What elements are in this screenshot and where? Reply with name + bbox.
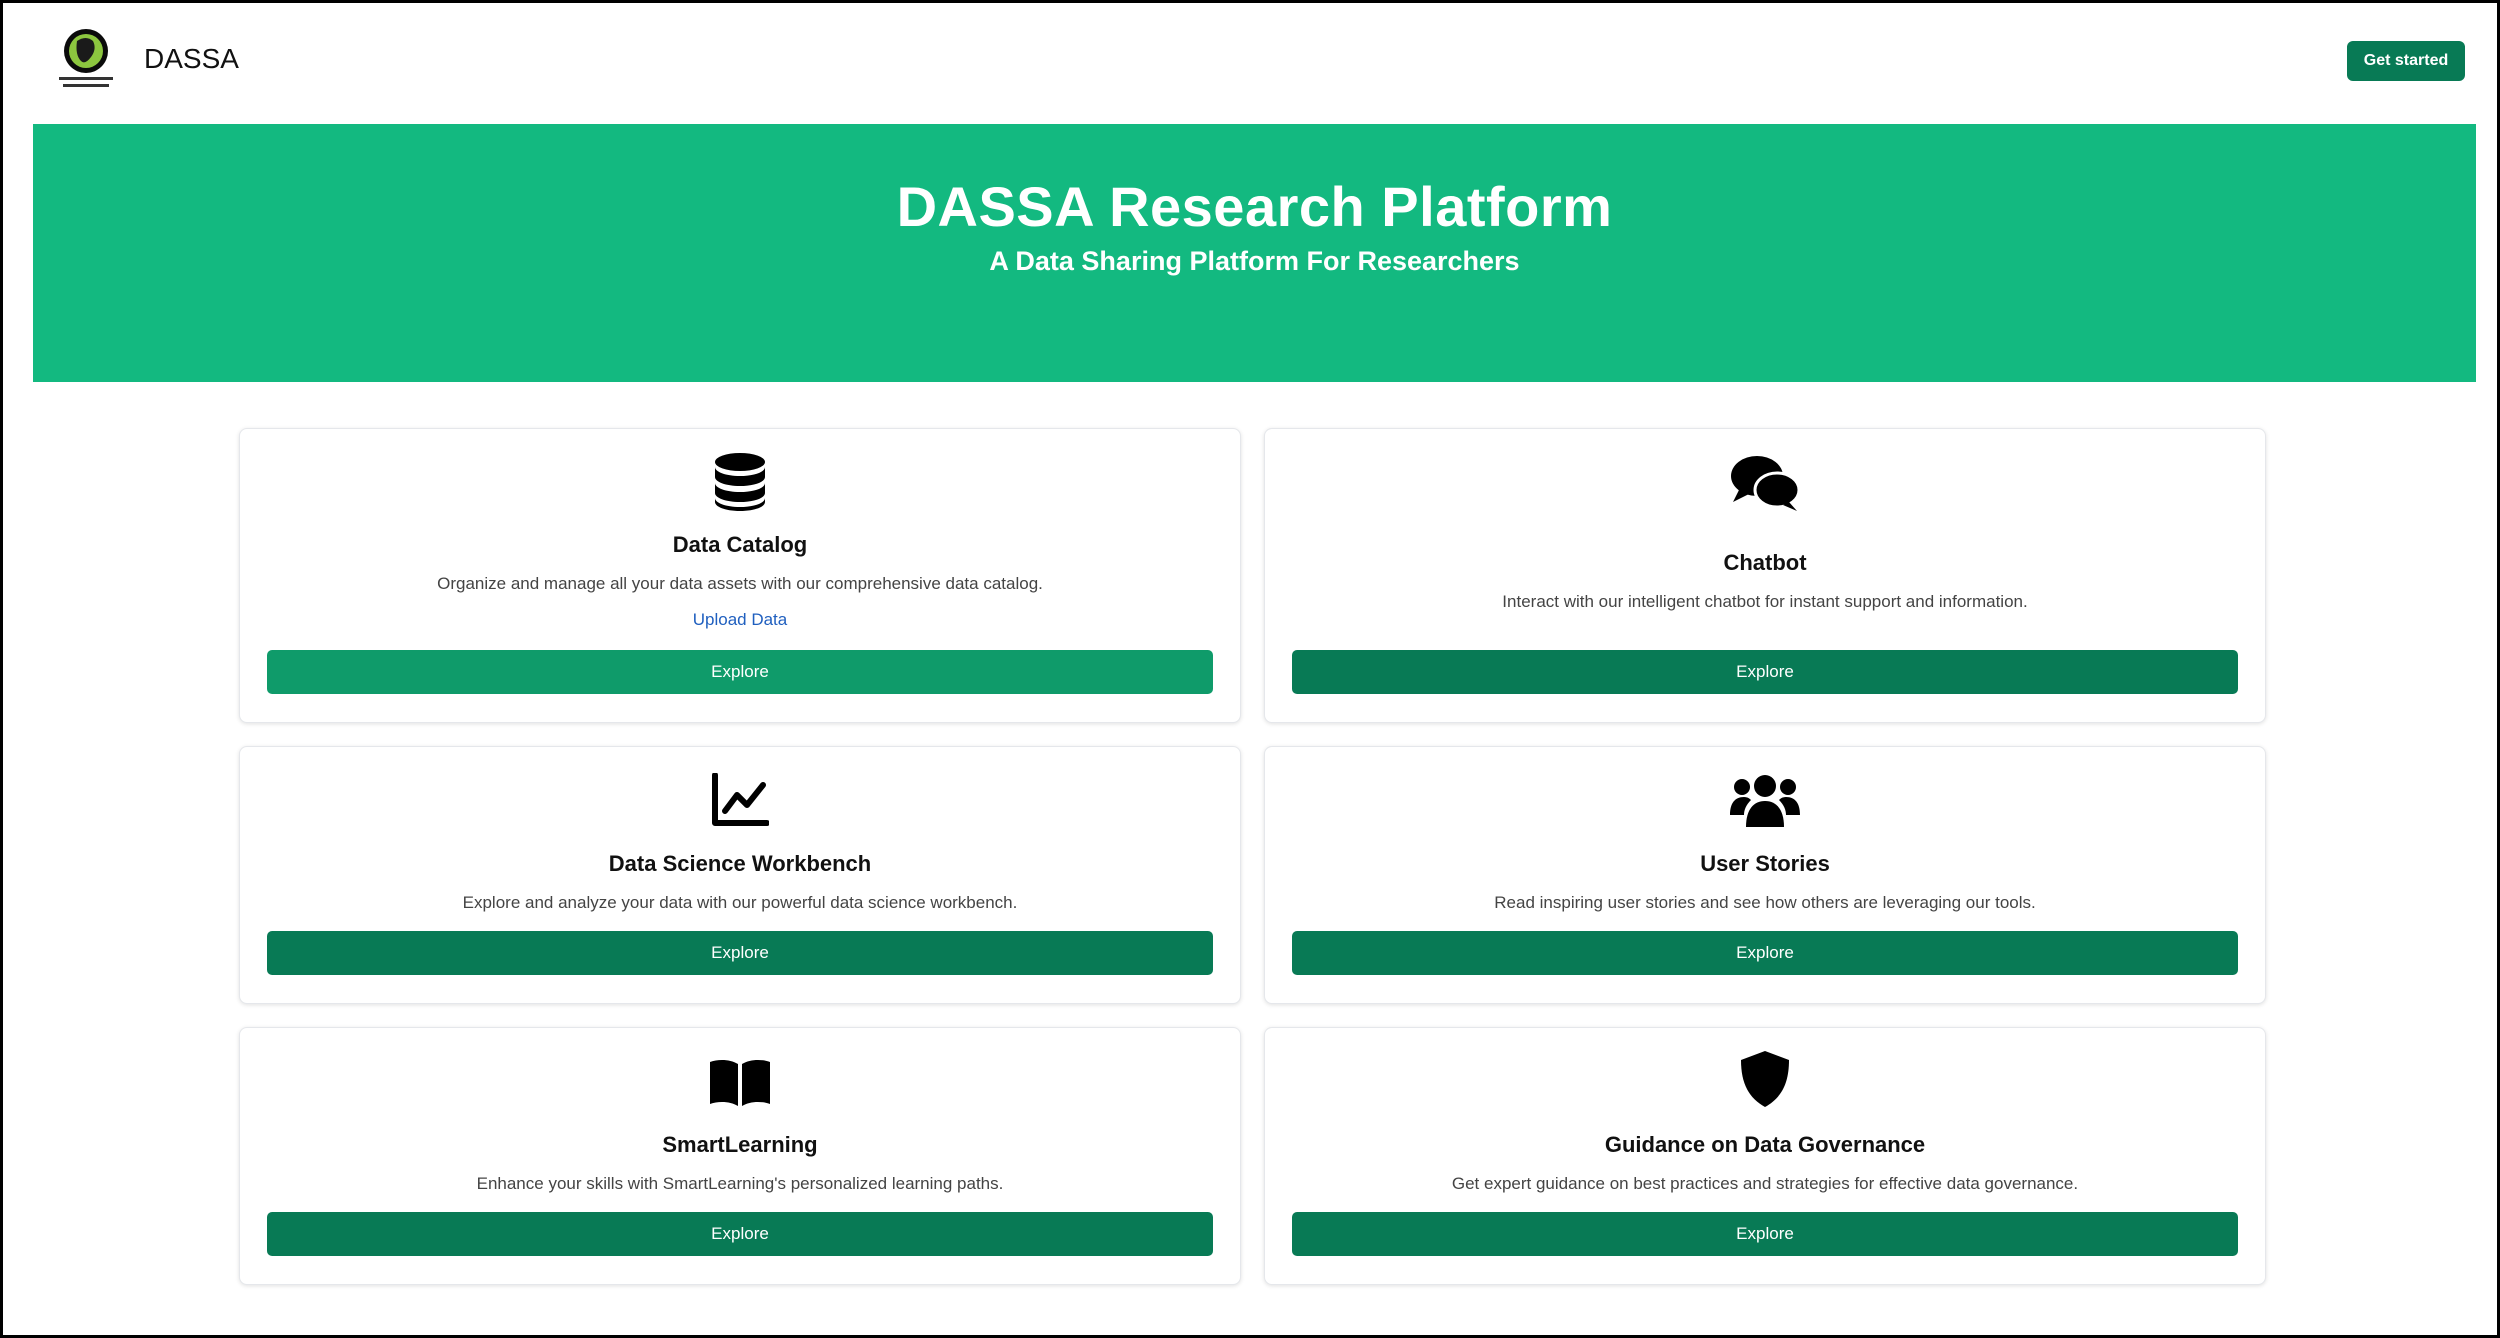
card-smartlearning: SmartLearning Enhance your skills with S… <box>239 1027 1241 1285</box>
card-description: Get expert guidance on best practices an… <box>1451 1174 2079 1193</box>
top-navbar: DASSA Get started <box>3 3 2497 123</box>
brand-name: DASSA <box>144 43 239 74</box>
explore-button[interactable]: Explore <box>1292 931 2238 975</box>
explore-button[interactable]: Explore <box>267 1212 1213 1256</box>
upload-data-link[interactable]: Upload Data <box>240 610 1240 630</box>
card-data-science-workbench: Data Science Workbench Explore and analy… <box>239 746 1241 1004</box>
hero-banner: DASSA Research Platform A Data Sharing P… <box>33 124 2476 382</box>
line-chart-icon <box>711 771 769 829</box>
logo-emblem-icon <box>59 29 113 87</box>
explore-button[interactable]: Explore <box>267 931 1213 975</box>
card-data-catalog: Data Catalog Organize and manage all you… <box>239 428 1241 723</box>
database-icon <box>711 453 769 511</box>
hero-subtitle: A Data Sharing Platform For Researchers <box>989 246 1520 276</box>
explore-button[interactable]: Explore <box>1292 1212 2238 1256</box>
explore-button[interactable]: Explore <box>1292 650 2238 694</box>
shield-icon <box>1736 1050 1794 1108</box>
card-user-stories: User Stories Read inspiring user stories… <box>1264 746 2266 1004</box>
chat-bubbles-icon <box>1729 454 1801 512</box>
hero-title: DASSA Research Platform <box>896 175 1613 238</box>
card-title: User Stories <box>1700 851 1830 876</box>
card-title: SmartLearning <box>662 1132 818 1157</box>
card-description: Read inspiring user stories and see how … <box>1494 893 2036 912</box>
logo[interactable] <box>53 27 119 93</box>
get-started-button[interactable]: Get started <box>2347 41 2465 81</box>
card-title: Guidance on Data Governance <box>1604 1132 1926 1157</box>
card-title: Chatbot <box>1723 550 1807 575</box>
explore-button[interactable]: Explore <box>267 650 1213 694</box>
book-icon <box>708 1054 772 1112</box>
card-description: Explore and analyze your data with our p… <box>462 893 1018 912</box>
page-frame: DASSA Get started DASSA Research Platfor… <box>0 0 2500 1338</box>
card-chatbot: Chatbot Interact with our intelligent ch… <box>1264 428 2266 723</box>
card-title: Data Catalog <box>672 532 808 557</box>
card-description: Interact with our intelligent chatbot fo… <box>1502 592 2028 611</box>
users-icon <box>1730 771 1800 829</box>
card-data-governance: Guidance on Data Governance Get expert g… <box>1264 1027 2266 1285</box>
card-description: Organize and manage all your data assets… <box>437 574 1043 593</box>
card-description: Enhance your skills with SmartLearning's… <box>476 1174 1004 1193</box>
card-title: Data Science Workbench <box>608 851 872 876</box>
